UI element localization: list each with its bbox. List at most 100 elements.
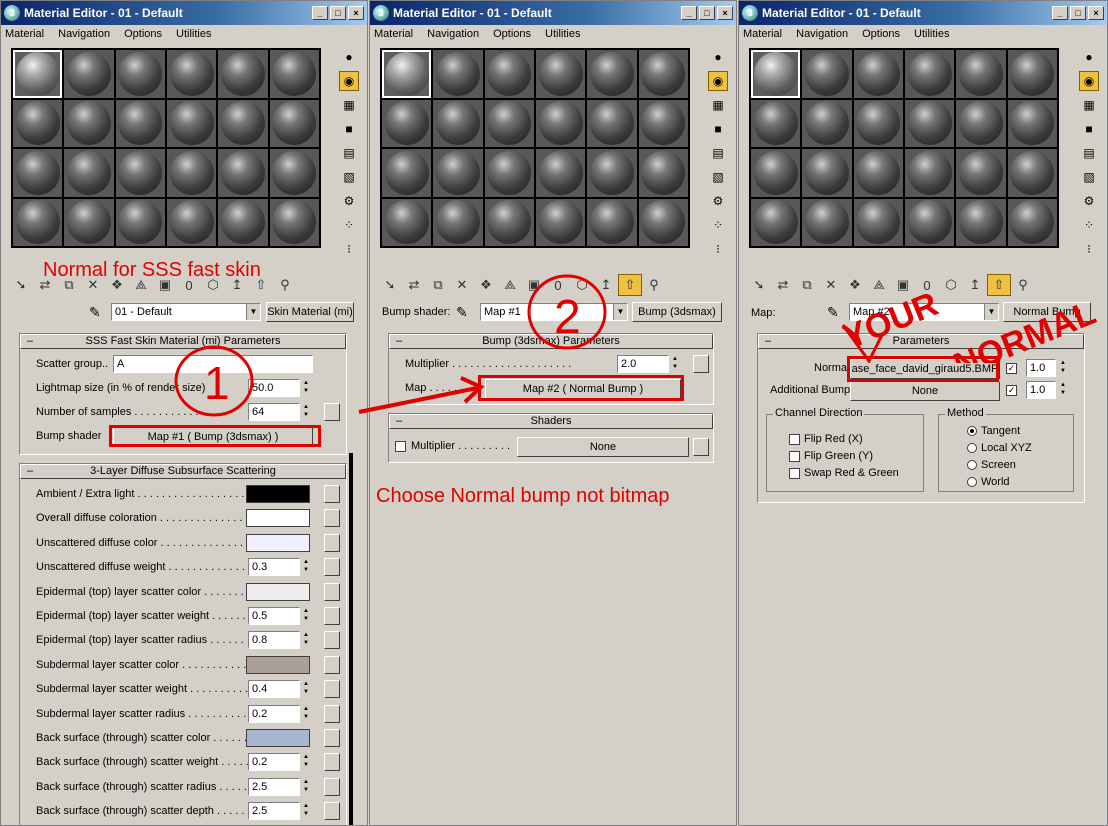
go-forward-sibling-icon[interactable]: ⚲ <box>273 274 297 296</box>
spinner-icon[interactable]: ▲ ▼ <box>301 607 311 625</box>
go-to-parent-icon[interactable]: ⇧ <box>618 274 642 296</box>
sample-slot[interactable] <box>638 99 688 147</box>
sample-slot[interactable] <box>853 198 903 246</box>
sample-slot[interactable] <box>638 198 688 246</box>
sample-slot[interactable] <box>638 149 688 197</box>
tangent-radio[interactable]: Tangent <box>967 423 1032 440</box>
sample-slot[interactable] <box>1007 50 1057 98</box>
sample-slot[interactable] <box>218 99 268 147</box>
sample-slot[interactable] <box>956 149 1006 197</box>
menu-utilities[interactable]: Utilities <box>914 28 949 40</box>
sample-type-icon[interactable]: ● <box>1079 47 1099 67</box>
sample-slot[interactable] <box>638 50 688 98</box>
swap-red-green-checkbox[interactable]: Swap Red & Green <box>789 465 899 482</box>
sample-slot[interactable] <box>13 198 63 246</box>
sample-slot[interactable] <box>853 99 903 147</box>
sample-slot[interactable] <box>13 149 63 197</box>
backlight-icon[interactable]: ◉ <box>339 71 359 91</box>
make-preview-icon[interactable]: ▧ <box>1079 167 1099 187</box>
sample-slot[interactable] <box>751 50 801 98</box>
material-name-combo[interactable]: 01 - Default ▼ <box>111 303 261 321</box>
options-icon[interactable]: ⚙ <box>708 191 728 211</box>
sample-slot[interactable] <box>535 99 586 147</box>
sample-slot[interactable] <box>166 198 217 246</box>
spinner-icon[interactable]: ▲ ▼ <box>301 558 311 576</box>
title-bar[interactable]: 3 Material Editor - 01 - Default _ □ × <box>1 1 367 25</box>
sample-slot[interactable] <box>853 50 903 98</box>
sample-slot[interactable] <box>218 50 268 98</box>
sample-slot[interactable] <box>1007 198 1057 246</box>
value-input[interactable]: 0.8 <box>248 631 300 650</box>
menu-options[interactable]: Options <box>124 28 162 40</box>
select-by-material-icon[interactable]: ⁘ <box>1079 215 1099 235</box>
map-button[interactable] <box>324 777 340 796</box>
spinner-icon[interactable]: ▲ ▼ <box>301 778 311 796</box>
sample-slot[interactable] <box>751 99 801 147</box>
video-color-check-icon[interactable]: ▤ <box>1079 143 1099 163</box>
sample-slot[interactable] <box>751 198 801 246</box>
sample-slot[interactable] <box>382 149 432 197</box>
reset-map-icon[interactable]: ✕ <box>450 274 474 296</box>
uv-tiling-icon[interactable]: ■ <box>1079 119 1099 139</box>
menu-navigation[interactable]: Navigation <box>796 28 848 40</box>
menu-material[interactable]: Material <box>743 28 782 40</box>
assign-material-icon[interactable]: ⧉ <box>795 274 819 296</box>
flip-green-checkbox[interactable]: Flip Green (Y) <box>789 448 899 465</box>
sample-slot[interactable] <box>484 99 534 147</box>
pick-material-icon[interactable]: ✎ <box>89 304 101 321</box>
spinner-icon[interactable]: ▲ ▼ <box>301 705 311 723</box>
sample-slot[interactable] <box>802 99 852 147</box>
sample-slot[interactable] <box>433 50 483 98</box>
sample-slot[interactable] <box>535 149 586 197</box>
spinner-icon[interactable]: ▲ ▼ <box>301 753 311 771</box>
additional-bump-button[interactable]: None <box>850 381 1000 401</box>
sample-slot[interactable] <box>382 50 432 98</box>
sample-slot[interactable] <box>1007 149 1057 197</box>
color-swatch[interactable] <box>246 533 310 552</box>
title-bar[interactable]: 3 Material Editor - 01 - Default _ □ × <box>739 1 1107 25</box>
sample-slot[interactable] <box>484 50 534 98</box>
value-input[interactable]: 0.5 <box>248 607 300 625</box>
normal-enable-checkbox[interactable]: ✓ <box>1006 362 1021 374</box>
background-checker-icon[interactable]: ▦ <box>1079 95 1099 115</box>
maximize-button[interactable]: □ <box>699 6 715 20</box>
color-swatch[interactable] <box>246 729 310 747</box>
sample-slot[interactable] <box>115 99 165 147</box>
sample-slot[interactable] <box>904 149 955 197</box>
color-swatch[interactable] <box>246 582 310 601</box>
sample-slot[interactable] <box>64 198 114 246</box>
video-color-check-icon[interactable]: ▤ <box>708 143 728 163</box>
sample-slot[interactable] <box>433 198 483 246</box>
additional-amount-input[interactable]: 1.0 <box>1026 381 1056 399</box>
value-input[interactable]: 0.2 <box>248 704 300 723</box>
additional-enable-checkbox[interactable]: ✓ <box>1006 384 1021 396</box>
sample-slot[interactable] <box>956 99 1006 147</box>
map-button[interactable] <box>324 403 340 421</box>
material-navigator-icon[interactable]: ⁝ <box>339 239 359 259</box>
value-input[interactable]: 0.2 <box>248 753 300 772</box>
pick-material-icon[interactable]: ✎ <box>456 304 468 321</box>
get-material-icon[interactable]: ➘ <box>378 274 402 296</box>
close-button[interactable]: × <box>1088 6 1104 20</box>
sample-slot[interactable] <box>484 198 534 246</box>
make-preview-icon[interactable]: ▧ <box>339 167 359 187</box>
sample-type-icon[interactable]: ● <box>708 47 728 67</box>
value-input[interactable]: 2.5 <box>248 777 300 796</box>
map-button[interactable] <box>324 558 340 577</box>
map-button[interactable] <box>693 438 709 456</box>
menu-utilities[interactable]: Utilities <box>545 28 580 40</box>
local-xyz-radio[interactable]: Local XYZ <box>967 440 1032 457</box>
map-button[interactable] <box>324 533 340 552</box>
world-radio[interactable]: World <box>967 474 1032 491</box>
sample-slot[interactable] <box>269 149 319 197</box>
map-button[interactable] <box>324 680 340 699</box>
shader-slot-button[interactable]: None <box>517 437 689 457</box>
sample-slot[interactable] <box>218 198 268 246</box>
get-material-icon[interactable]: ➘ <box>9 274 33 296</box>
color-swatch[interactable] <box>246 485 310 503</box>
menu-options[interactable]: Options <box>862 28 900 40</box>
sample-slot[interactable] <box>269 198 319 246</box>
menu-material[interactable]: Material <box>374 28 413 40</box>
sample-slot[interactable] <box>166 149 217 197</box>
options-icon[interactable]: ⚙ <box>1079 191 1099 211</box>
